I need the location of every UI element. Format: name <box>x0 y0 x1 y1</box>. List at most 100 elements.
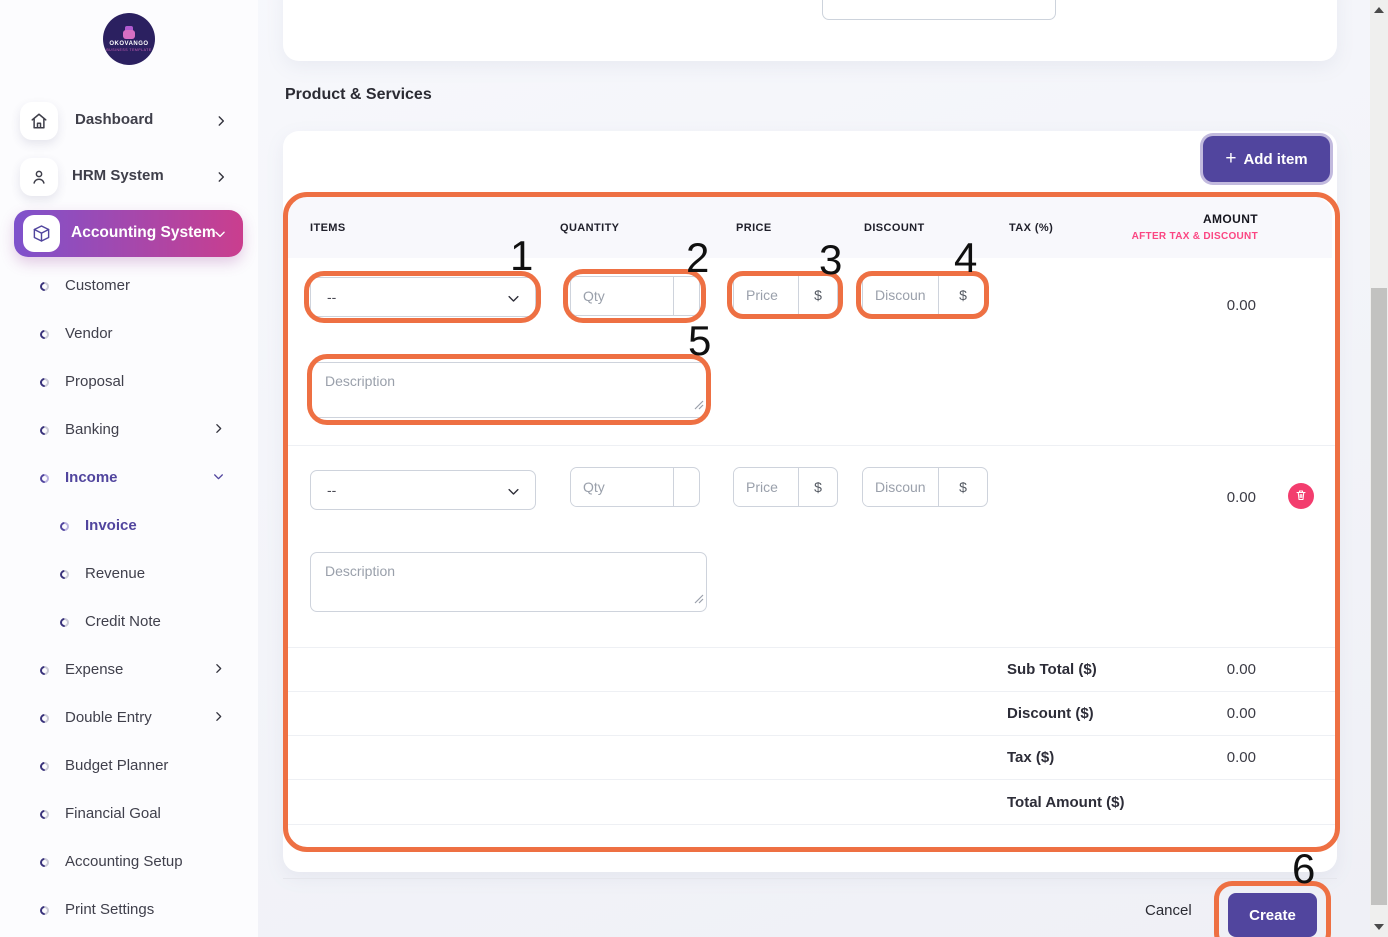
sidebar-item-accounting-system[interactable]: Accounting System <box>14 210 243 257</box>
dot-ring-icon <box>38 856 51 869</box>
sidebar-item-hrm-system[interactable]: HRM System <box>0 154 258 202</box>
quantity-input-row2[interactable] <box>571 468 673 506</box>
price-input-row1[interactable] <box>734 276 798 314</box>
items-select-row1[interactable]: -- <box>310 277 536 317</box>
dot-ring-icon <box>38 712 51 725</box>
trash-icon <box>1295 489 1307 504</box>
sidebar-item-vendor[interactable]: Vendor <box>0 310 258 358</box>
brand-tagline: BUSINESS TEMPLATE <box>106 48 151 52</box>
add-item-label: Add item <box>1243 151 1307 168</box>
dot-ring-icon <box>38 760 51 773</box>
sidebar-item-credit-note[interactable]: Credit Note <box>0 598 258 646</box>
footer-divider <box>283 878 1337 879</box>
sidebar-item-expense[interactable]: Expense <box>0 646 258 694</box>
sidebar-menu: Customer Vendor Proposal Banking Income … <box>0 262 258 934</box>
cropped-input[interactable] <box>822 0 1056 20</box>
scrollbar-thumb[interactable] <box>1371 288 1387 905</box>
price-input-group-row1: $ <box>733 275 838 315</box>
create-button[interactable]: Create <box>1228 893 1317 937</box>
price-input-group-row2: $ <box>733 467 838 507</box>
add-item-button[interactable]: + Add item <box>1203 136 1330 182</box>
sidebar-item-print-settings[interactable]: Print Settings <box>0 886 258 934</box>
items-select-row2[interactable]: -- <box>310 470 536 510</box>
chevron-right-icon <box>212 422 226 436</box>
chevron-down-icon <box>212 470 226 484</box>
chevron-right-icon <box>212 662 226 676</box>
chevron-right-icon <box>212 710 226 724</box>
discount-currency-addon-row1: $ <box>938 276 987 314</box>
col-header-amount: AMOUNT <box>1100 212 1258 226</box>
brand-logo[interactable]: OKOVANGO BUSINESS TEMPLATE <box>103 13 155 65</box>
chevron-right-icon <box>214 114 228 128</box>
sidebar-item-financial-goal[interactable]: Financial Goal <box>0 790 258 838</box>
dot-ring-icon <box>38 424 51 437</box>
sidebar-item-dashboard[interactable]: Dashboard <box>0 98 258 146</box>
quantity-input-group-row2 <box>570 467 700 507</box>
chevron-down-icon <box>506 484 521 504</box>
description-textarea-row2[interactable] <box>310 552 707 612</box>
tax-total-label: Tax ($) <box>1007 749 1054 766</box>
discount-input-group-row2: $ <box>862 467 988 507</box>
sidebar: OKOVANGO BUSINESS TEMPLATE Dashboard HRM… <box>0 0 258 937</box>
tax-total-value: 0.00 <box>1150 749 1256 766</box>
dot-ring-icon <box>58 520 71 533</box>
subtotal-label: Sub Total ($) <box>1007 661 1097 678</box>
sidebar-item-budget-planner[interactable]: Budget Planner <box>0 742 258 790</box>
page-title: Product & Services <box>285 86 432 104</box>
cancel-button[interactable]: Cancel <box>1145 902 1192 919</box>
col-header-items: ITEMS <box>310 222 346 234</box>
invoice-create-page: OKOVANGO BUSINESS TEMPLATE Dashboard HRM… <box>0 0 1388 937</box>
totals-divider <box>284 735 1336 736</box>
sidebar-item-accounting-setup[interactable]: Accounting Setup <box>0 838 258 886</box>
dot-ring-icon <box>38 808 51 821</box>
row-divider <box>284 647 1336 648</box>
price-currency-addon-row1: $ <box>798 276 837 314</box>
quantity-addon-row1 <box>673 277 699 315</box>
quantity-addon-row2 <box>673 468 699 506</box>
totals-divider <box>284 691 1336 692</box>
delete-row-button[interactable] <box>1288 483 1314 509</box>
description-field-row1 <box>310 362 707 418</box>
plus-icon: + <box>1225 148 1236 170</box>
cube-icon <box>23 215 60 252</box>
col-header-amount-group: AMOUNT AFTER TAX & DISCOUNT <box>1100 212 1258 242</box>
discount-input-row2[interactable] <box>863 468 938 506</box>
col-header-price: PRICE <box>736 222 772 234</box>
col-header-amount-subtitle: AFTER TAX & DISCOUNT <box>1100 231 1258 242</box>
col-header-quantity: QUANTITY <box>560 222 619 234</box>
discount-total-label: Discount ($) <box>1007 705 1094 722</box>
upper-form-card <box>283 0 1337 61</box>
dot-ring-icon <box>58 568 71 581</box>
price-currency-addon-row2: $ <box>798 468 837 506</box>
chevron-down-icon <box>506 291 521 311</box>
quantity-input-group-row1 <box>570 276 700 316</box>
sidebar-item-label: Dashboard <box>75 111 153 128</box>
sidebar-item-banking[interactable]: Banking <box>0 406 258 454</box>
sidebar-item-invoice[interactable]: Invoice <box>0 502 258 550</box>
totals-divider <box>284 779 1336 780</box>
price-input-row2[interactable] <box>734 468 798 506</box>
scroll-up-arrow-icon[interactable] <box>1374 7 1384 13</box>
chevron-down-icon <box>213 227 227 241</box>
col-header-discount: DISCOUNT <box>864 222 925 234</box>
scrollbar <box>1370 0 1388 937</box>
sidebar-item-customer[interactable]: Customer <box>0 262 258 310</box>
chevron-right-icon <box>214 170 228 184</box>
sidebar-item-proposal[interactable]: Proposal <box>0 358 258 406</box>
home-icon <box>20 102 58 140</box>
scroll-down-arrow-icon[interactable] <box>1374 924 1384 930</box>
totals-divider <box>284 824 1336 825</box>
hippo-logo-icon <box>121 26 137 39</box>
dot-ring-icon <box>58 616 71 629</box>
sidebar-item-double-entry[interactable]: Double Entry <box>0 694 258 742</box>
dot-ring-icon <box>38 664 51 677</box>
discount-input-row1[interactable] <box>863 276 938 314</box>
dot-ring-icon <box>38 472 51 485</box>
subtotal-value: 0.00 <box>1150 661 1256 678</box>
sidebar-item-income[interactable]: Income <box>0 454 258 502</box>
quantity-input-row1[interactable] <box>571 277 673 315</box>
sidebar-item-label: HRM System <box>72 167 164 184</box>
discount-currency-addon-row2: $ <box>938 468 987 506</box>
sidebar-item-revenue[interactable]: Revenue <box>0 550 258 598</box>
description-textarea-row1[interactable] <box>310 362 707 418</box>
